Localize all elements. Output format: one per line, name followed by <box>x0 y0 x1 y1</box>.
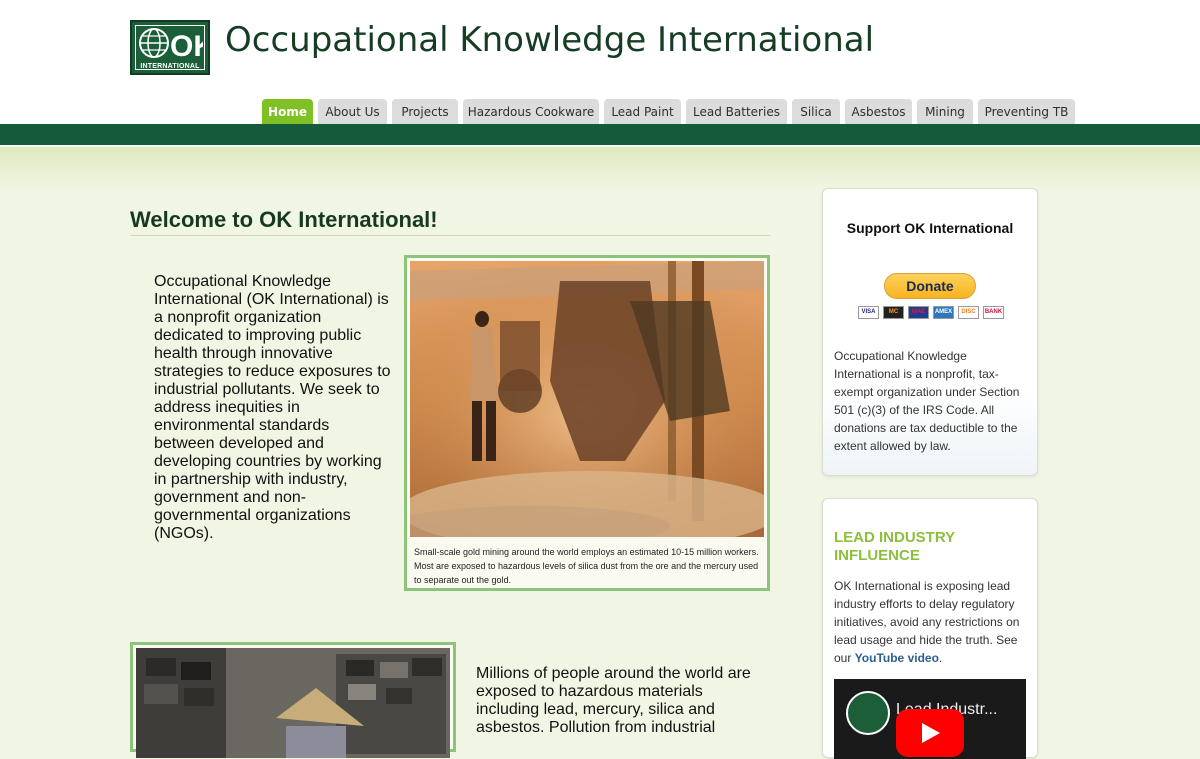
bank-card-icon: BANK <box>983 306 1004 319</box>
visa-icon: VISA <box>858 306 879 319</box>
lead-influence-panel: LEAD INDUSTRY INFLUENCE OK International… <box>822 498 1038 759</box>
tab-hazardous-cookware[interactable]: Hazardous Cookware <box>463 99 599 124</box>
exposure-paragraph: Millions of people around the world are … <box>476 665 751 736</box>
channel-logo-icon <box>846 691 890 735</box>
youtube-video-link[interactable]: YouTube video <box>855 651 939 665</box>
intro-paragraph: Occupational Knowledge International (OK… <box>154 273 391 542</box>
header-bar <box>0 124 1200 145</box>
support-panel: Support OK International Donate VISA MC … <box>822 188 1038 476</box>
page-heading: Welcome to OK International! <box>130 207 770 236</box>
tab-lead-paint[interactable]: Lead Paint <box>604 99 681 124</box>
tab-preventing-tb[interactable]: Preventing TB <box>978 99 1075 124</box>
header-gradient <box>0 145 1200 190</box>
discover-icon: DISC <box>958 306 979 319</box>
tab-silica[interactable]: Silica <box>792 99 840 124</box>
tab-about-us[interactable]: About Us <box>318 99 387 124</box>
support-title: Support OK International <box>846 220 1014 236</box>
tab-lead-batteries[interactable]: Lead Batteries <box>686 99 787 124</box>
mining-photo-frame: Small-scale gold mining around the world… <box>404 255 770 591</box>
tab-projects[interactable]: Projects <box>392 99 458 124</box>
globe-icon: OK <box>139 28 203 62</box>
tab-asbestos[interactable]: Asbestos <box>845 99 912 124</box>
logo-letters: OK <box>170 30 203 62</box>
tab-home[interactable]: Home <box>262 99 313 124</box>
ok-international-logo[interactable]: OK INTERNATIONAL <box>130 20 210 75</box>
site-title: Occupational Knowledge International <box>225 20 875 60</box>
mastercard-icon: MC <box>883 306 904 319</box>
photo-caption: Small-scale gold mining around the world… <box>414 547 759 585</box>
tab-mining[interactable]: Mining <box>917 99 973 124</box>
tax-exempt-notice: Occupational Knowledge International is … <box>834 349 1020 453</box>
lead-influence-text: OK International is exposing lead indust… <box>834 579 1020 665</box>
play-icon[interactable] <box>896 709 964 757</box>
donate-button[interactable]: Donate <box>884 273 976 299</box>
gold-mining-photo <box>410 261 764 537</box>
maestro-icon: MAE <box>908 306 929 319</box>
logo-text: INTERNATIONAL <box>140 63 200 70</box>
amex-icon: AMEX <box>933 306 954 319</box>
youtube-embed[interactable]: Lead Industr... <box>834 679 1026 759</box>
battery-photo-frame <box>130 642 456 758</box>
main-navigation: Home About Us Projects Hazardous Cookwar… <box>0 99 1200 124</box>
lead-batteries-photo <box>136 648 450 758</box>
site-header: OK INTERNATIONAL Occupational Knowledge … <box>0 0 1200 124</box>
lead-influence-title: LEAD INDUSTRY INFLUENCE <box>834 529 955 564</box>
